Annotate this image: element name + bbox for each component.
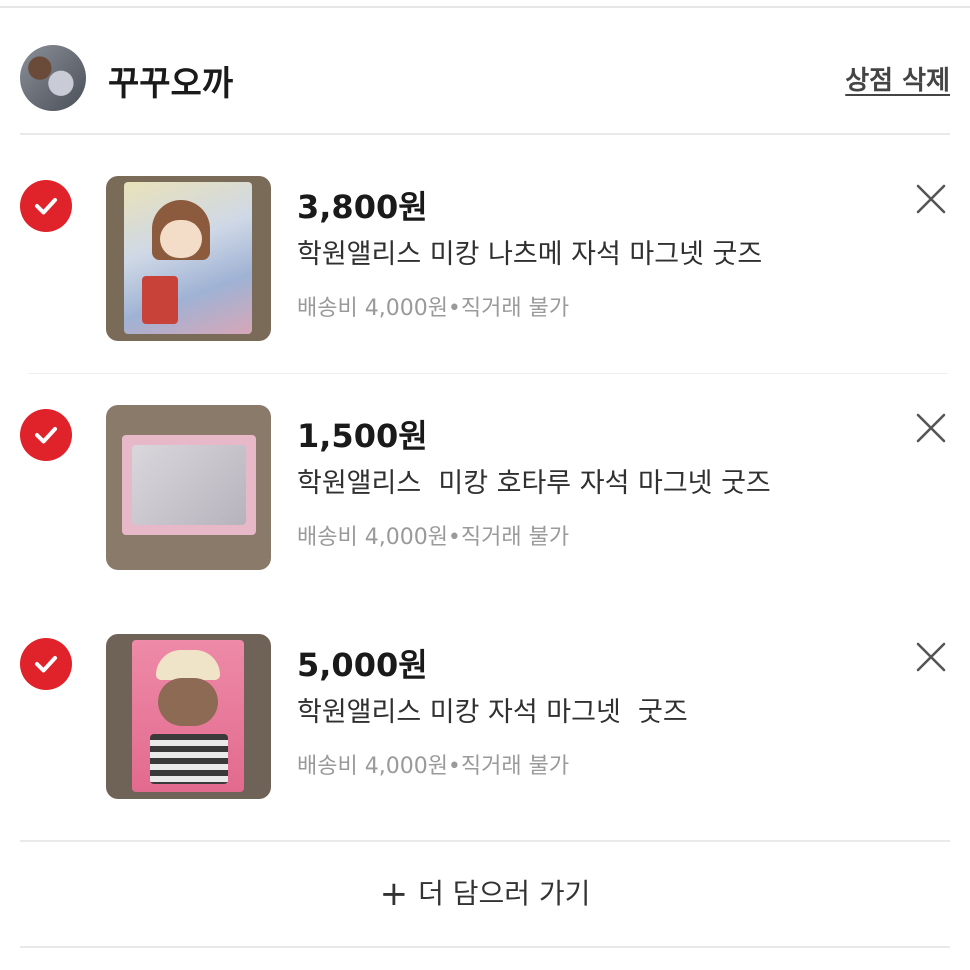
item-price: 5,000원 bbox=[297, 646, 428, 684]
remove-item-icon[interactable] bbox=[914, 640, 948, 674]
item-checkbox[interactable] bbox=[20, 180, 72, 232]
item-thumbnail[interactable] bbox=[106, 405, 271, 570]
item-thumbnail[interactable] bbox=[106, 176, 271, 341]
item-shipping: 배송비 4,000원•직거래 불가 bbox=[297, 754, 570, 779]
store-header: 꾸꾸오까 상점 삭제 bbox=[20, 40, 950, 118]
item-divider bbox=[28, 373, 948, 374]
item-thumbnail[interactable] bbox=[106, 634, 271, 799]
item-shipping: 배송비 4,000원•직거래 불가 bbox=[297, 525, 570, 550]
plus-icon: + bbox=[379, 874, 409, 914]
footer-divider bbox=[20, 946, 950, 948]
add-more-button[interactable]: + 더 담으러 가기 bbox=[0, 872, 970, 914]
list-bottom-divider bbox=[20, 840, 950, 842]
item-checkbox[interactable] bbox=[20, 638, 72, 690]
add-more-label: 더 담으러 가기 bbox=[418, 877, 591, 910]
item-title[interactable]: 학원앨리스 미캉 자석 마그넷 굿즈 bbox=[297, 690, 688, 729]
check-icon bbox=[35, 427, 57, 444]
check-icon bbox=[35, 198, 57, 215]
header-divider bbox=[20, 133, 950, 135]
cart-item: 5,000원 학원앨리스 미캉 자석 마그넷 굿즈 배송비 4,000원•직거래… bbox=[0, 634, 970, 834]
item-title[interactable]: 학원앨리스 미캉 나츠메 자석 마그넷 굿즈 bbox=[297, 232, 762, 271]
item-title[interactable]: 학원앨리스 미캉 호타루 자석 마그넷 굿즈 bbox=[297, 461, 771, 500]
cart-item: 1,500원 학원앨리스 미캉 호타루 자석 마그넷 굿즈 배송비 4,000원… bbox=[0, 405, 970, 605]
store-name[interactable]: 꾸꾸오까 bbox=[108, 56, 233, 105]
top-divider bbox=[0, 6, 970, 8]
cart-item: 3,800원 학원앨리스 미캉 나츠메 자석 마그넷 굿즈 배송비 4,000원… bbox=[0, 176, 970, 376]
store-avatar[interactable] bbox=[20, 45, 86, 111]
item-shipping: 배송비 4,000원•직거래 불가 bbox=[297, 296, 570, 321]
check-icon bbox=[35, 656, 57, 673]
item-price: 3,800원 bbox=[297, 188, 428, 226]
delete-store-button[interactable]: 상점 삭제 bbox=[845, 60, 950, 97]
item-price: 1,500원 bbox=[297, 417, 428, 455]
remove-item-icon[interactable] bbox=[914, 411, 948, 445]
remove-item-icon[interactable] bbox=[914, 182, 948, 216]
item-checkbox[interactable] bbox=[20, 409, 72, 461]
